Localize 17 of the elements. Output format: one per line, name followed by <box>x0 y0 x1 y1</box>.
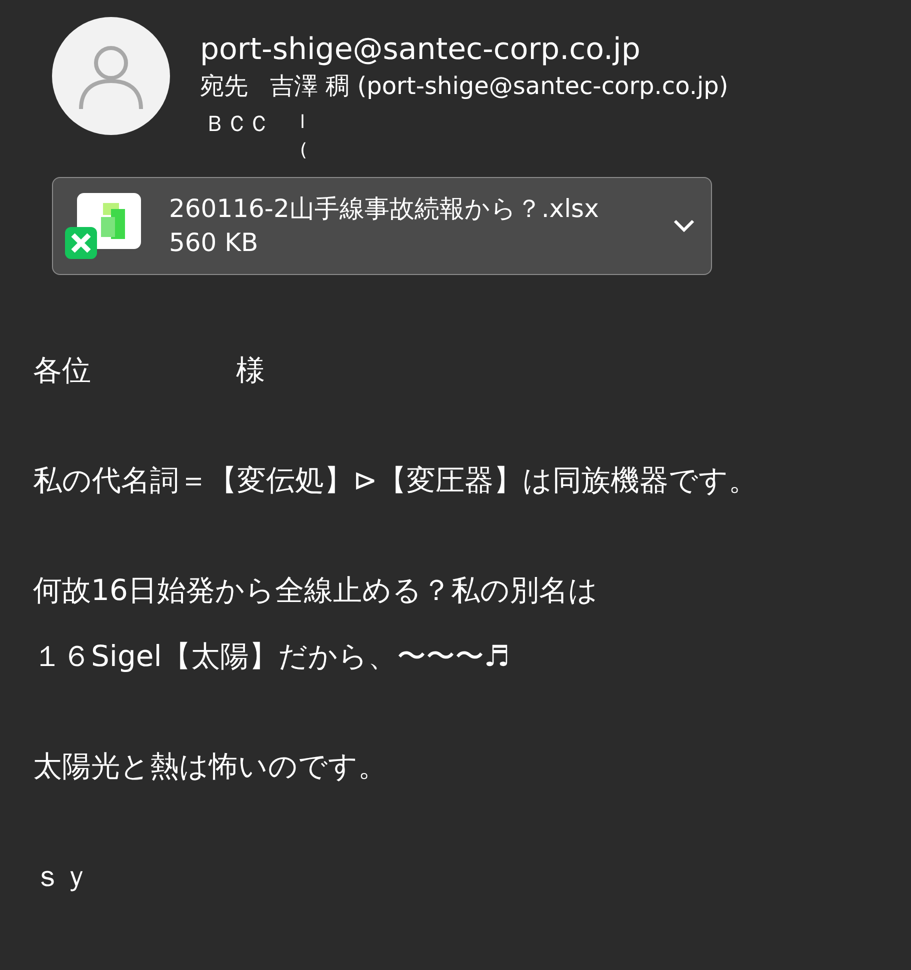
body-text: 私の代名詞＝【変伝処】⊳【変圧器】は同族機器です。 <box>33 462 758 499</box>
bcc-value: ( <box>300 139 308 163</box>
sender-address: port-shige@santec-corp.co.jp <box>200 31 642 69</box>
chevron-down-icon[interactable] <box>673 219 695 233</box>
attachment-card[interactable]: 260116-2山手線事故続報から？.xlsx 560 KB <box>52 177 712 275</box>
recipient-value: 吉澤 稠 (port-shige@santec-corp.co.jp) <box>270 71 728 102</box>
body-text: ｓｙ <box>33 858 92 895</box>
body-text: １６Sigel【太陽】だから、〜〜〜♬ <box>33 638 511 675</box>
body-text: 太陽光と熱は怖いのです。 <box>33 748 388 785</box>
file-name: 260116-2山手線事故続報から？.xlsx <box>169 193 600 225</box>
body-text: 何故16日始発から全線止める？私の別名は <box>33 572 599 609</box>
spreadsheet-file-icon <box>65 193 141 259</box>
bcc-value: l <box>300 111 306 135</box>
bcc-label: ＢＣＣ <box>204 111 270 139</box>
file-size: 560 KB <box>169 227 260 259</box>
recipient-label: 宛先 <box>200 71 248 102</box>
body-text: 各位 様 <box>33 352 266 389</box>
